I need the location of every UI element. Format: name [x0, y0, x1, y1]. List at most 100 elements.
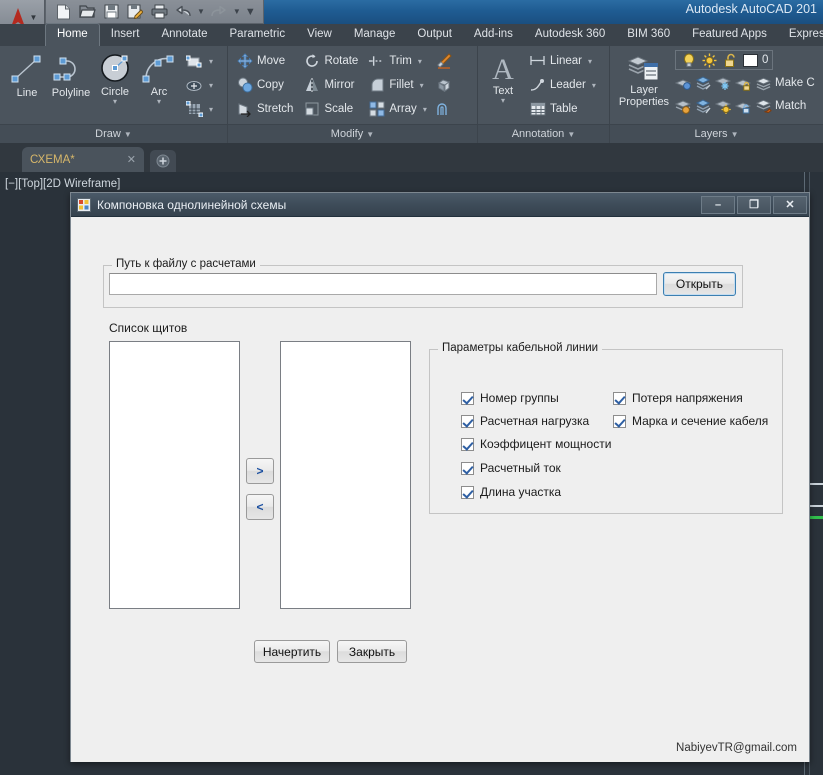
panel-label-annotation[interactable]: Annotation ▼ [478, 124, 609, 143]
open-file-button[interactable]: Открыть [663, 272, 736, 296]
unlock-icon[interactable] [722, 52, 739, 69]
new-icon[interactable] [52, 2, 74, 22]
dialog-titlebar[interactable]: Компоновка однолинейной схемы – ❐ ✕ [71, 193, 809, 217]
draw-schema-button[interactable]: Начертить [254, 640, 330, 663]
undo-icon[interactable] [172, 2, 194, 22]
draw-arc-button[interactable]: Arc ▾ [137, 50, 181, 124]
ribbon-tab-bim360[interactable]: BIM 360 [616, 24, 681, 46]
chevron-down-icon[interactable]: ▼ [567, 130, 575, 139]
checkbox-row-power-factor[interactable]: Коэффицент мощности [461, 437, 611, 451]
chevron-down-icon[interactable]: ▾ [157, 98, 161, 106]
ribbon-tab-parametric[interactable]: Parametric [219, 24, 297, 46]
qat-customize-icon[interactable]: ▼ [244, 6, 257, 18]
checkbox-row-group-number[interactable]: Номер группы [461, 391, 559, 405]
ribbon-tab-view[interactable]: View [296, 24, 343, 46]
draw-polyline-button[interactable]: Polyline [49, 50, 93, 124]
modify-scale-button[interactable]: Scale [300, 98, 361, 120]
current-layer-control[interactable]: 0 [675, 50, 774, 70]
ribbon-tab-featured-apps[interactable]: Featured Apps [681, 24, 778, 46]
modify-trim-button[interactable]: Trim ▾ [365, 50, 430, 72]
checkbox-row-voltage-loss[interactable]: Потеря напряжения [613, 391, 743, 405]
undo-dropdown-icon[interactable]: ▼ [196, 7, 206, 16]
modify-array-button[interactable]: Array ▾ [365, 98, 430, 120]
ribbon-tab-home[interactable]: Home [45, 23, 100, 46]
chevron-down-icon[interactable]: ▾ [113, 98, 117, 106]
panel-label-modify[interactable]: Modify ▼ [228, 124, 477, 143]
annotation-linear-button[interactable]: Linear ▾ [526, 50, 599, 72]
checkbox-row-cable-brand[interactable]: Марка и сечение кабеля [613, 414, 768, 428]
panel-label-draw[interactable]: Draw ▼ [0, 124, 227, 143]
dialog-close-button[interactable]: ✕ [773, 195, 807, 214]
modify-fillet-button[interactable]: Fillet ▾ [365, 74, 430, 96]
ribbon-tab-output[interactable]: Output [406, 24, 463, 46]
viewport-label[interactable]: [−][Top][2D Wireframe] [5, 178, 120, 190]
save-as-icon[interactable] [124, 2, 146, 22]
layer-turn-all-on-icon[interactable] [695, 98, 712, 115]
checkbox-calculated-current[interactable] [461, 461, 474, 475]
modify-rotate-button[interactable]: Rotate [300, 50, 361, 72]
checkbox-voltage-loss[interactable] [613, 391, 626, 405]
layer-off-icon[interactable] [695, 75, 712, 92]
ribbon-tab-insert[interactable]: Insert [100, 24, 151, 46]
modify-match-properties-button[interactable] [433, 50, 456, 72]
lightbulb-icon[interactable] [680, 52, 697, 69]
close-dialog-button[interactable]: Закрыть [337, 640, 407, 663]
layer-thaw-all-icon[interactable] [715, 98, 732, 115]
sun-icon[interactable] [701, 52, 718, 69]
draw-ellipse-button[interactable]: ▾ [183, 74, 216, 96]
chevron-down-icon[interactable]: ▾ [588, 57, 592, 66]
chevron-down-icon[interactable]: ▼ [731, 130, 739, 139]
checkbox-power-factor[interactable] [461, 437, 474, 451]
available-panels-listbox[interactable] [109, 341, 240, 609]
checkbox-group-number[interactable] [461, 391, 474, 405]
checkbox-calculated-load[interactable] [461, 414, 474, 428]
checkbox-section-length[interactable] [461, 485, 474, 499]
layer-isolate-icon[interactable] [675, 75, 692, 92]
draw-circle-button[interactable]: Circle ▾ [93, 50, 137, 124]
chevron-down-icon[interactable]: ▾ [209, 57, 213, 66]
ribbon-tab-addins[interactable]: Add-ins [463, 24, 524, 46]
chevron-down-icon[interactable]: ▾ [209, 81, 213, 90]
ribbon-tab-autodesk360[interactable]: Autodesk 360 [524, 24, 616, 46]
modify-stretch-button[interactable]: Stretch [233, 98, 296, 120]
plot-icon[interactable] [148, 2, 170, 22]
layer-color-swatch[interactable] [743, 53, 758, 67]
file-path-input[interactable] [109, 273, 657, 295]
layer-match-icon[interactable] [755, 98, 772, 115]
chevron-down-icon[interactable]: ▾ [420, 81, 424, 90]
chevron-down-icon[interactable]: ▼ [124, 130, 132, 139]
selected-panels-listbox[interactable] [280, 341, 411, 609]
ribbon-tab-annotate[interactable]: Annotate [150, 24, 218, 46]
new-document-tab-button[interactable] [150, 150, 176, 172]
chevron-down-icon[interactable]: ▼ [30, 13, 38, 22]
layer-unlock-icon[interactable] [735, 98, 752, 115]
ribbon-tab-manage[interactable]: Manage [343, 24, 407, 46]
save-icon[interactable] [100, 2, 122, 22]
close-icon[interactable]: ✕ [127, 153, 136, 166]
chevron-down-icon[interactable]: ▾ [209, 105, 213, 114]
chevron-down-icon[interactable]: ▼ [366, 130, 374, 139]
draw-line-button[interactable]: Line [5, 50, 49, 124]
document-tab-schema[interactable]: СХЕМА* ✕ [22, 147, 144, 172]
modify-explode-button[interactable] [433, 74, 456, 96]
redo-icon[interactable] [208, 2, 230, 22]
redo-dropdown-icon[interactable]: ▼ [232, 7, 242, 16]
dialog-minimize-button[interactable]: – [701, 195, 735, 214]
chevron-down-icon[interactable]: ▾ [423, 105, 427, 114]
draw-rectangle-button[interactable]: ▾ [183, 50, 216, 72]
modify-copy-button[interactable]: Copy [233, 74, 296, 96]
chevron-down-icon[interactable]: ▾ [418, 57, 422, 66]
chevron-down-icon[interactable]: ▾ [592, 81, 596, 90]
annotation-leader-button[interactable]: Leader ▾ [526, 74, 599, 96]
modify-mirror-button[interactable]: Mirror [300, 74, 361, 96]
modify-offset-button[interactable] [433, 98, 456, 120]
checkbox-row-section-length[interactable]: Длина участка [461, 485, 561, 499]
panel-label-layers[interactable]: Layers ▼ [610, 124, 823, 143]
layer-lock-icon[interactable] [735, 75, 752, 92]
draw-hatch-button[interactable]: ▾ [183, 98, 216, 120]
dialog-maximize-button[interactable]: ❐ [737, 195, 771, 214]
chevron-down-icon[interactable]: ▾ [501, 97, 505, 105]
layer-properties-button[interactable]: Layer Properties [615, 49, 673, 124]
layer-unisolate-icon[interactable] [675, 98, 692, 115]
layer-make-current-icon[interactable] [755, 75, 772, 92]
